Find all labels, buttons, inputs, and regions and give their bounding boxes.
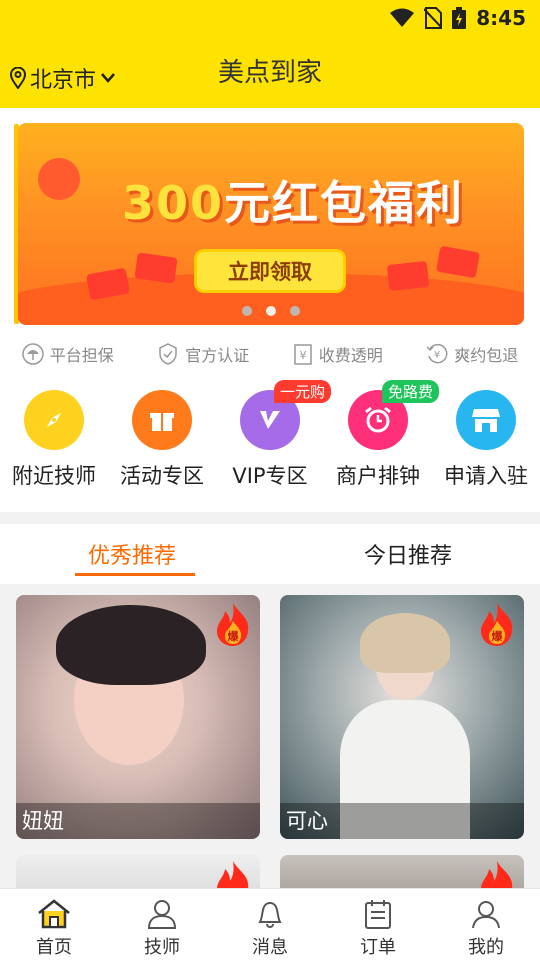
technician-name: 妞妞 (16, 803, 260, 839)
tab-excellent[interactable]: 优秀推荐 (88, 538, 176, 570)
nav-orders[interactable]: 订单 (324, 889, 432, 960)
category-activities[interactable]: 活动专区 (108, 390, 216, 490)
nav-messages[interactable]: 消息 (216, 889, 324, 960)
gift-icon (132, 390, 192, 450)
hot-fire-icon: 爆 (217, 603, 249, 646)
bottom-nav: 首页 技师 消息 订单 我的 (0, 888, 540, 960)
tab-underline (75, 573, 195, 576)
guarantee-label: 收费透明 (318, 346, 383, 365)
technician-name: 可心 (280, 803, 524, 839)
category-label: 商户排钟 (336, 464, 420, 488)
portrait-hair (360, 613, 450, 673)
banner-carousel[interactable]: 300元红包福利 立即领取 (0, 108, 540, 336)
promo-tag: 免路费 (382, 380, 440, 403)
technician-card[interactable]: 爆 妞妞 (16, 595, 260, 839)
claim-button[interactable]: 立即领取 (194, 249, 346, 293)
portrait-hair (56, 605, 206, 685)
guarantee-item: ¥ 爽约包退 (426, 342, 518, 366)
svg-text:¥: ¥ (434, 350, 440, 361)
banner-headline-text: 元红包福利 (224, 176, 465, 230)
user-icon (432, 897, 540, 931)
guarantee-item: ¥ 收费透明 (293, 342, 383, 366)
promo-tag: 一元购 (274, 380, 332, 403)
guarantee-label: 爽约包退 (454, 346, 519, 365)
svg-text:¥: ¥ (299, 349, 306, 362)
red-packet-icon (134, 252, 178, 284)
category-label: VIP专区 (232, 464, 308, 488)
carousel-dot[interactable] (242, 306, 252, 316)
hot-fire-icon: 爆 (481, 603, 513, 646)
nav-technicians[interactable]: 技师 (108, 889, 216, 960)
category-apply-join[interactable]: 申请入驻 (432, 390, 540, 490)
shield-check-icon (159, 343, 177, 365)
order-icon (324, 897, 432, 931)
technician-card[interactable]: 爆 可心 (280, 595, 524, 839)
receipt-icon: ¥ (293, 344, 312, 365)
svg-text:爆: 爆 (492, 629, 504, 643)
battery-icon (452, 7, 467, 29)
status-time: 8:45 (476, 6, 526, 30)
status-bar: 8:45 (0, 0, 540, 36)
technician-icon (108, 897, 216, 931)
banner-headline-number: 300 (122, 176, 225, 230)
category-label: 活动专区 (120, 464, 204, 488)
svg-text:爆: 爆 (228, 629, 240, 643)
recommend-tabs: 优秀推荐 今日推荐 (0, 524, 540, 584)
decor-circle (38, 158, 80, 200)
umbrella-icon (21, 343, 44, 365)
carousel-dot[interactable] (290, 306, 300, 316)
category-nearby-technicians[interactable]: 附近技师 (0, 390, 108, 490)
category-vip[interactable]: 一元购 VIP专区 (216, 380, 332, 490)
banner-slide[interactable]: 300元红包福利 立即领取 (18, 123, 524, 325)
category-grid: 附近技师 活动专区 一元购 VIP专区 免路费 商户排钟 申请入驻 (0, 372, 540, 512)
red-packet-icon (436, 245, 480, 279)
refund-icon: ¥ (426, 343, 448, 364)
tab-today[interactable]: 今日推荐 (364, 538, 452, 570)
home-icon (0, 897, 108, 931)
compass-icon (24, 390, 84, 450)
guarantee-item: 官方认证 (157, 342, 249, 366)
wifi-icon (390, 8, 415, 27)
nav-label: 消息 (252, 937, 288, 958)
page-title: 美点到家 (217, 58, 322, 88)
nav-label: 首页 (36, 937, 72, 958)
nav-home[interactable]: 首页 (0, 889, 108, 960)
guarantee-label: 官方认证 (185, 346, 250, 365)
guarantee-label: 平台担保 (49, 346, 114, 365)
store-icon (456, 390, 516, 450)
category-label: 申请入驻 (444, 464, 528, 488)
category-label: 附近技师 (12, 464, 96, 488)
nav-profile[interactable]: 我的 (432, 889, 540, 960)
banner-headline: 300元红包福利 (122, 167, 464, 233)
nav-label: 技师 (144, 937, 180, 958)
carousel-dot-active[interactable] (266, 306, 276, 316)
app-header: 北京市 美点到家 (0, 36, 540, 108)
technician-grid: 爆 妞妞 爆 可心 (0, 584, 540, 895)
guarantee-item: 平台担保 (21, 342, 114, 366)
nav-label: 订单 (360, 937, 396, 958)
guarantee-strip: 平台担保 官方认证 ¥ 收费透明 ¥ 爽约包退 (0, 336, 540, 372)
no-sim-icon (424, 7, 443, 29)
red-packet-icon (386, 260, 430, 292)
category-merchant-schedule[interactable]: 免路费 商户排钟 (324, 380, 440, 490)
bell-icon (216, 897, 324, 931)
carousel-indicator (18, 306, 524, 316)
nav-label: 我的 (468, 937, 504, 958)
